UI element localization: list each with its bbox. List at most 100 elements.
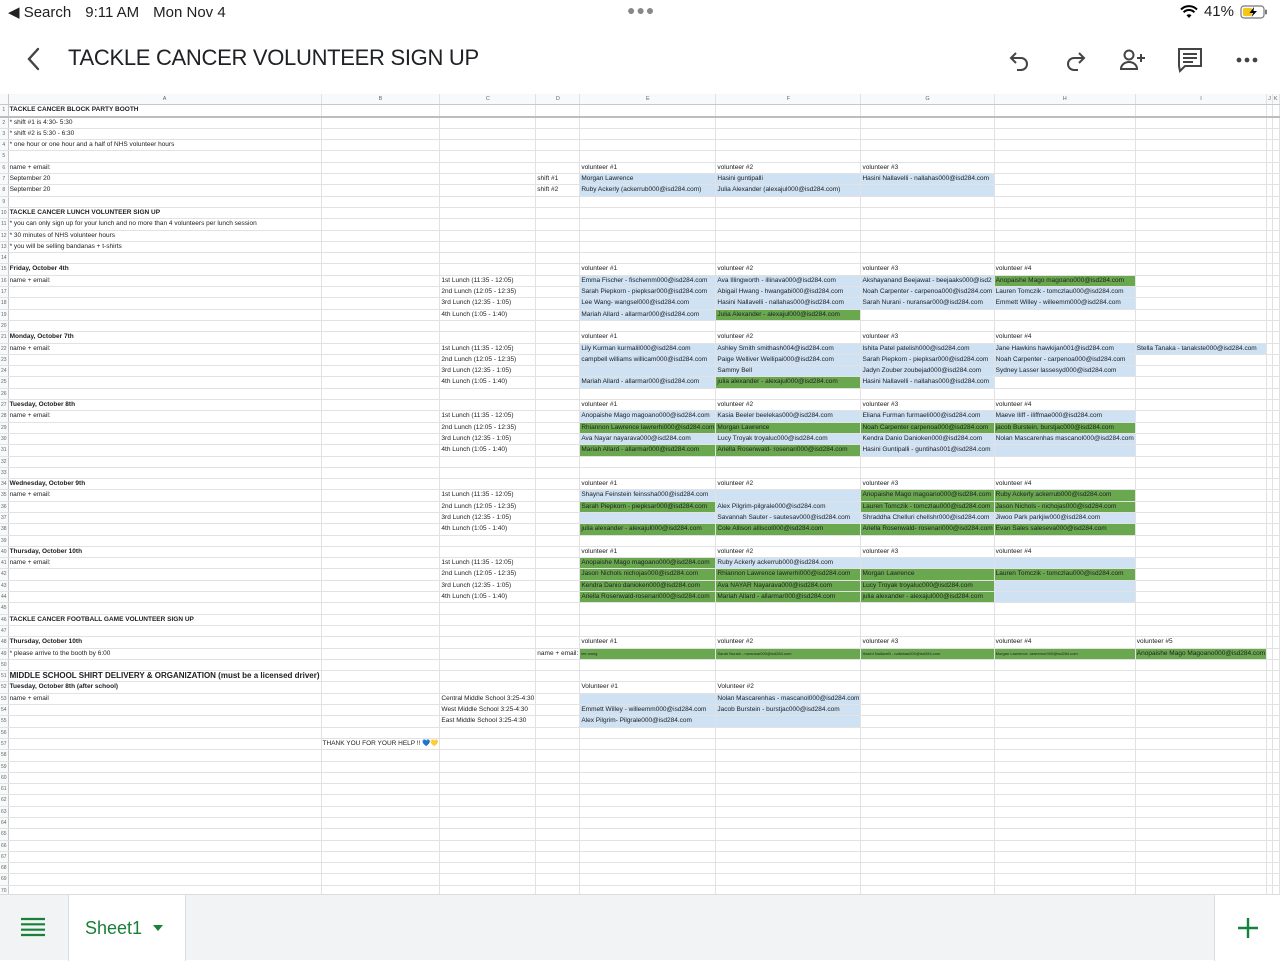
- cell[interactable]: Maeve Iliff - iliffmae000@isd284.com: [994, 410, 1136, 423]
- cell[interactable]: [1135, 184, 1268, 197]
- cell[interactable]: [535, 783, 581, 796]
- cell[interactable]: [1135, 196, 1268, 208]
- cell[interactable]: [994, 591, 1136, 604]
- cell[interactable]: Thursday, October 10th: [8, 546, 322, 559]
- tab-sheet1[interactable]: Sheet1: [68, 895, 186, 961]
- cell[interactable]: [8, 828, 322, 841]
- cell[interactable]: [579, 365, 717, 378]
- cell[interactable]: Lauren Tomczik - tomczlau000@isd284.com: [860, 501, 995, 513]
- cell[interactable]: [860, 794, 995, 807]
- cell[interactable]: Lily Kurman kurmalil000@isd284.com: [579, 343, 717, 355]
- back-arrow-icon[interactable]: [22, 46, 46, 72]
- cell[interactable]: [860, 704, 995, 717]
- row-header[interactable]: 17: [0, 286, 9, 299]
- cell[interactable]: [1135, 230, 1268, 242]
- row-header[interactable]: 14: [0, 252, 9, 265]
- row-header[interactable]: 56: [0, 727, 9, 739]
- cell[interactable]: 4th Lunch (1:05 - 1:40): [439, 444, 537, 457]
- cell[interactable]: [8, 444, 322, 457]
- cell[interactable]: [321, 230, 441, 242]
- cell[interactable]: [1135, 173, 1268, 186]
- cell[interactable]: Monday, October 7th: [8, 331, 322, 344]
- cell[interactable]: [1135, 828, 1268, 841]
- cell[interactable]: [321, 173, 441, 186]
- row-header[interactable]: 54: [0, 704, 9, 717]
- cell[interactable]: [8, 297, 322, 310]
- cell[interactable]: [535, 207, 581, 220]
- cell[interactable]: [1272, 207, 1280, 220]
- cell[interactable]: [1135, 399, 1268, 412]
- cell[interactable]: [860, 772, 995, 785]
- cell[interactable]: [8, 783, 322, 796]
- cell[interactable]: [994, 670, 1136, 683]
- cell[interactable]: Noah Carpenter - carpenoa000@isd284.com: [994, 354, 1136, 367]
- cell[interactable]: [579, 241, 717, 254]
- cell[interactable]: [994, 196, 1136, 208]
- cell[interactable]: volunteer #1: [579, 331, 717, 344]
- cell[interactable]: 4th Lunch (1:05 - 1:40): [439, 309, 537, 321]
- cell[interactable]: Jiwoo Park parkjiw000@isd284.com: [994, 512, 1136, 525]
- cell[interactable]: volunteer #1: [579, 162, 717, 175]
- cell[interactable]: * 30 minutes of NHS volunteer hours: [8, 230, 322, 242]
- cell[interactable]: [321, 512, 441, 525]
- cell[interactable]: [1135, 263, 1268, 276]
- column-header[interactable]: G: [860, 94, 995, 106]
- row-header[interactable]: 31: [0, 444, 9, 457]
- cell[interactable]: 3rd Lunch (12:35 - 1:05): [439, 433, 537, 446]
- cell[interactable]: [715, 218, 862, 231]
- cell[interactable]: julia alexander - alexajul000@isd284.com: [715, 376, 862, 389]
- cell[interactable]: [439, 828, 537, 841]
- cell[interactable]: [535, 659, 581, 672]
- row-header[interactable]: 55: [0, 715, 9, 728]
- cell[interactable]: [1135, 354, 1268, 367]
- cell[interactable]: [579, 772, 717, 785]
- cell[interactable]: Anopaishe Mago magoano000@isd284.com: [579, 557, 717, 570]
- cell[interactable]: [715, 128, 862, 141]
- row-header[interactable]: 48: [0, 636, 9, 649]
- cell[interactable]: name + email:: [535, 648, 581, 660]
- back-to-search[interactable]: ◀ Search: [8, 3, 71, 21]
- row-header[interactable]: 2: [0, 116, 9, 129]
- cell[interactable]: [8, 738, 322, 751]
- cell[interactable]: volunteer #4: [994, 331, 1136, 344]
- cell[interactable]: [535, 433, 581, 446]
- cell[interactable]: [1135, 501, 1268, 513]
- cell[interactable]: [535, 104, 581, 118]
- cell[interactable]: julia alexander - alexajul000@isd284.com: [579, 523, 717, 536]
- cell[interactable]: Morgan Lawrence: [860, 568, 995, 581]
- cell[interactable]: [321, 806, 441, 819]
- cell[interactable]: [1135, 150, 1268, 163]
- cell[interactable]: [715, 230, 862, 242]
- row-header[interactable]: 16: [0, 275, 9, 288]
- cell[interactable]: [321, 286, 441, 299]
- cell[interactable]: [321, 659, 441, 672]
- cell[interactable]: [535, 546, 581, 559]
- cell[interactable]: Lauren Tomczik - tomczlau000@isd284.com: [994, 568, 1136, 581]
- cell[interactable]: Rhiannon Lawrence lawrerhi000@isd284.com: [579, 422, 717, 434]
- cell[interactable]: [579, 388, 717, 401]
- cell[interactable]: 3rd Lunch (12:35 - 1:05): [439, 580, 537, 593]
- cell[interactable]: [8, 817, 322, 830]
- cell[interactable]: [1135, 139, 1268, 152]
- cell[interactable]: [860, 806, 995, 819]
- cell[interactable]: [1135, 128, 1268, 141]
- cell[interactable]: [8, 873, 322, 886]
- cell[interactable]: [439, 806, 537, 819]
- cell[interactable]: [439, 139, 537, 152]
- cell[interactable]: Cole Allison alliscol000@isd284.com: [715, 523, 862, 536]
- cell[interactable]: [535, 478, 581, 491]
- cell[interactable]: [439, 794, 537, 807]
- cell[interactable]: [439, 783, 537, 796]
- list-icon[interactable]: [20, 917, 46, 937]
- cell[interactable]: [1135, 794, 1268, 807]
- cell[interactable]: [439, 602, 537, 615]
- cell[interactable]: [8, 512, 322, 525]
- cell[interactable]: [1272, 546, 1280, 559]
- cell[interactable]: [1272, 354, 1280, 367]
- cell[interactable]: [1272, 410, 1280, 423]
- column-header[interactable]: H: [994, 94, 1136, 106]
- row-header[interactable]: 39: [0, 535, 9, 547]
- cell[interactable]: [579, 230, 717, 242]
- cell[interactable]: 1st Lunch (11:35 - 12:05): [439, 489, 537, 502]
- cell[interactable]: [321, 162, 441, 175]
